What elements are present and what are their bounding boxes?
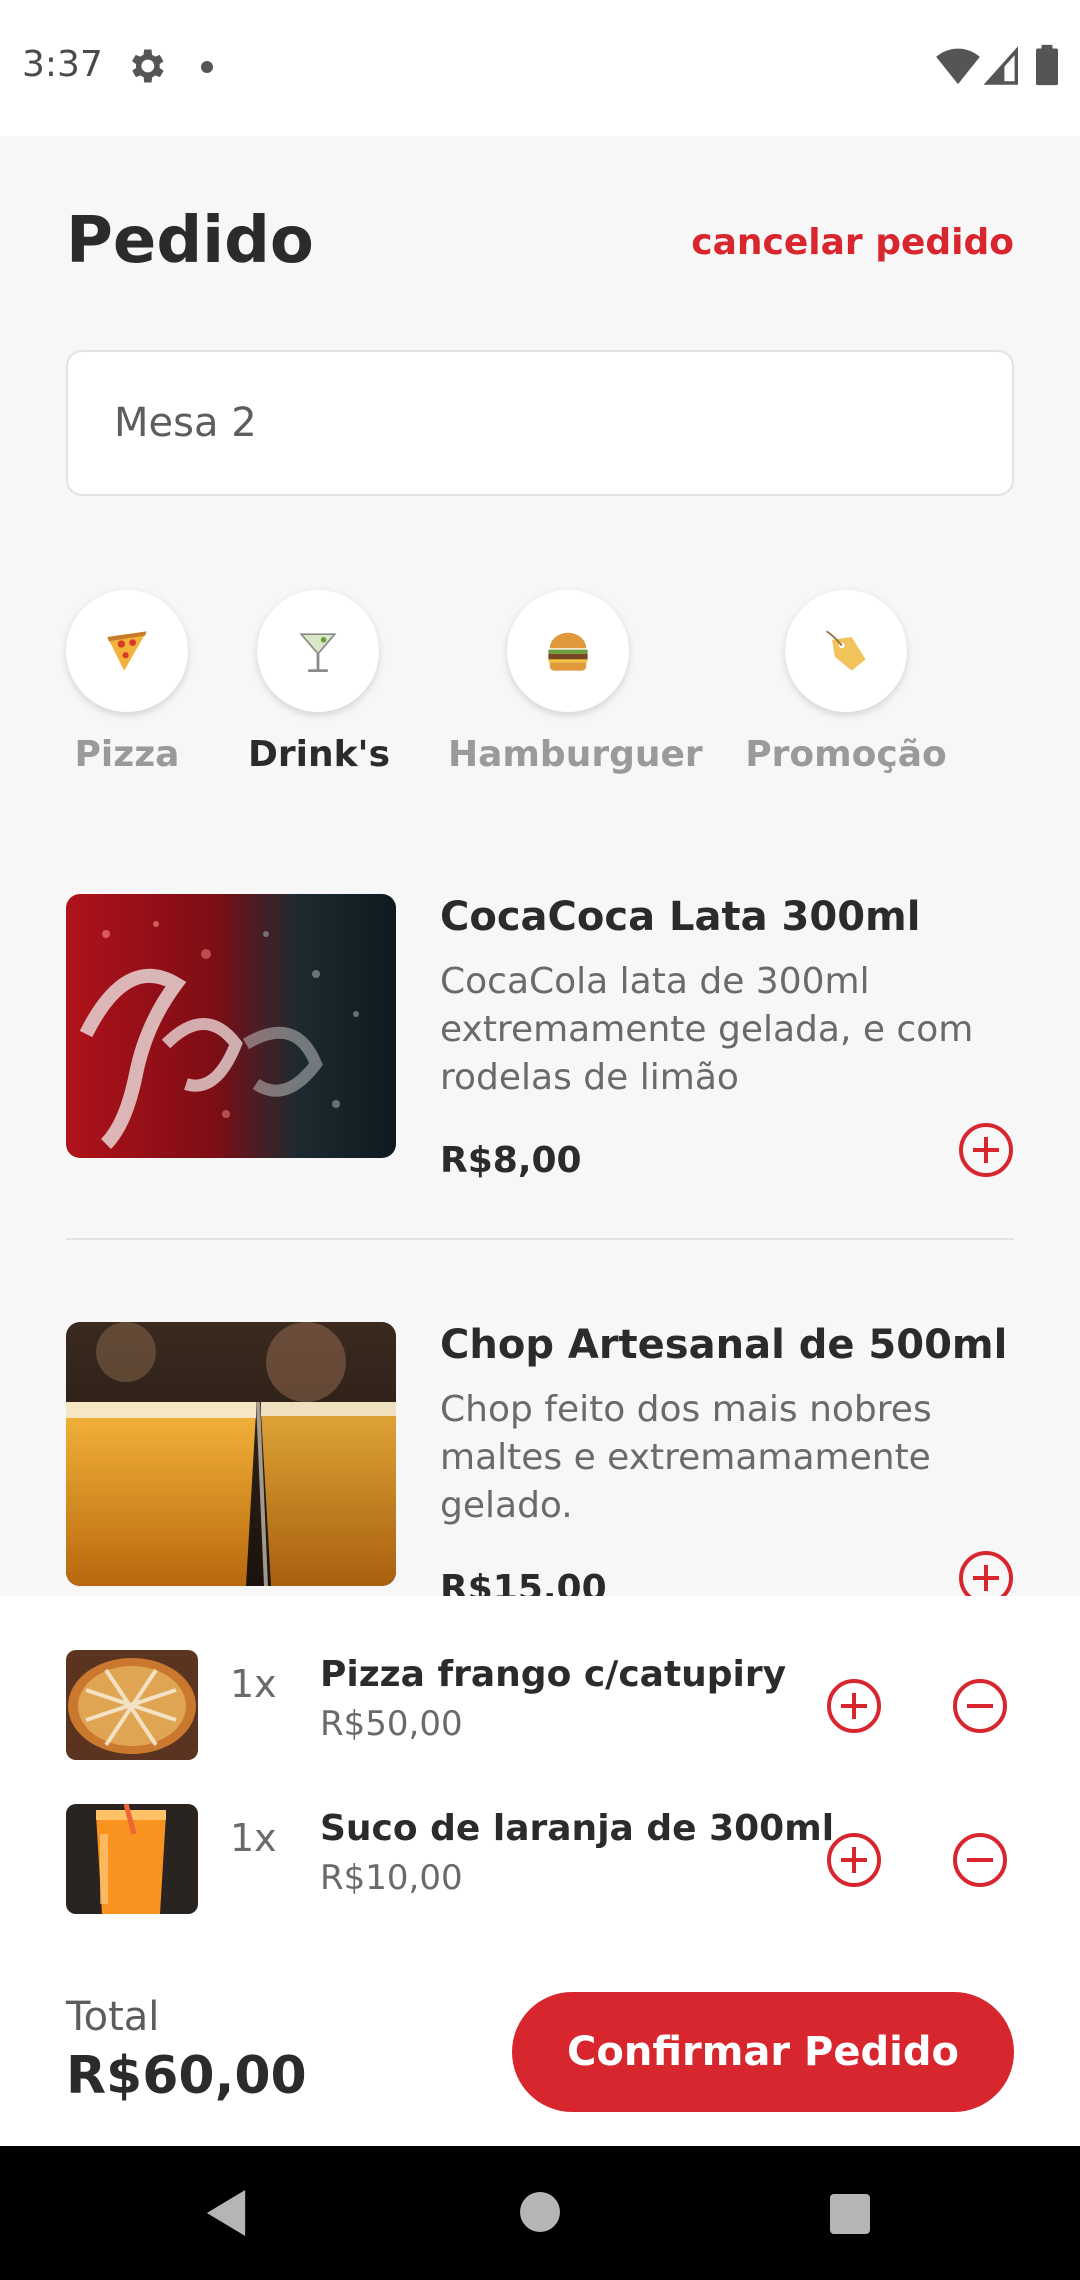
cart-item-qty: 1x [230, 1662, 277, 1706]
decrease-quantity-icon[interactable] [952, 1832, 1008, 1888]
cart-item-price: R$50,00 [320, 1704, 463, 1744]
divider [66, 1238, 1014, 1240]
cart-item: 1x Pizza frango c/catupiry R$50,00 [66, 1650, 1014, 1760]
status-bar: 3:37 [0, 0, 1080, 136]
increase-quantity-icon[interactable] [826, 1678, 882, 1734]
signal-icon [984, 46, 1018, 85]
total-value: R$60,00 [66, 2046, 307, 2106]
product-item[interactable]: CocaCoca Lata 300ml CocaCola lata de 300… [66, 894, 1014, 1181]
cocktail-icon [257, 590, 379, 712]
back-icon[interactable] [206, 2190, 246, 2236]
tag-icon [785, 590, 907, 712]
product-description: CocaCola lata de 300ml extremamente gela… [440, 961, 974, 1098]
home-icon[interactable] [520, 2192, 560, 2232]
cart-item: 1x Suco de laranja de 300ml R$10,00 [66, 1804, 1014, 1914]
total-label: Total [66, 1994, 160, 2040]
confirm-order-button[interactable]: Confirmar Pedido [512, 1992, 1014, 2112]
product-image [66, 1322, 396, 1586]
cart-item-image [66, 1804, 198, 1914]
burger-icon [507, 590, 629, 712]
navigation-bar [0, 2146, 1080, 2280]
product-name: CocaCoca Lata 300ml [440, 894, 921, 940]
category-label: Hamburguer [448, 734, 703, 775]
gear-icon [132, 49, 164, 83]
category-label: Drink's [248, 734, 390, 775]
category-promocao[interactable]: Promoção [736, 590, 956, 775]
table-field-value: Mesa 2 [114, 400, 257, 446]
cart-item-qty: 1x [230, 1816, 277, 1860]
recents-icon[interactable] [830, 2194, 870, 2234]
dot-icon [201, 61, 213, 73]
battery-icon [1036, 44, 1058, 86]
cart-item-image [66, 1650, 198, 1760]
cancel-order-link[interactable]: cancelar pedido [691, 222, 1014, 263]
wifi-icon [936, 48, 980, 85]
product-image [66, 894, 396, 1158]
product-name: Chop Artesanal de 500ml [440, 1322, 1008, 1368]
category-label: Promoção [745, 734, 947, 775]
decrease-quantity-icon[interactable] [952, 1678, 1008, 1734]
table-field[interactable]: Mesa 2 [66, 350, 1014, 496]
add-circle-icon[interactable] [958, 1550, 1014, 1596]
category-hamburguer[interactable]: Hamburguer [448, 590, 703, 775]
category-label: Pizza [74, 734, 180, 775]
page-title: Pedido [66, 204, 314, 278]
cart-item-price: R$10,00 [320, 1858, 463, 1898]
category-drinks[interactable]: Drink's [248, 590, 390, 775]
cart-item-name: Suco de laranja de 300ml [320, 1808, 835, 1849]
status-time: 3:37 [22, 44, 103, 85]
add-circle-icon[interactable] [958, 1122, 1014, 1178]
product-price: R$15,00 [440, 1568, 607, 1596]
cart-item-name: Pizza frango c/catupiry [320, 1654, 787, 1695]
category-pizza[interactable]: Pizza [66, 590, 188, 775]
pizza-icon [66, 590, 188, 712]
product-description: Chop feito dos mais nobres maltes e extr… [440, 1389, 932, 1526]
increase-quantity-icon[interactable] [826, 1832, 882, 1888]
product-price: R$8,00 [440, 1140, 582, 1181]
product-item[interactable]: Chop Artesanal de 500ml Chop feito dos m… [66, 1322, 1014, 1596]
